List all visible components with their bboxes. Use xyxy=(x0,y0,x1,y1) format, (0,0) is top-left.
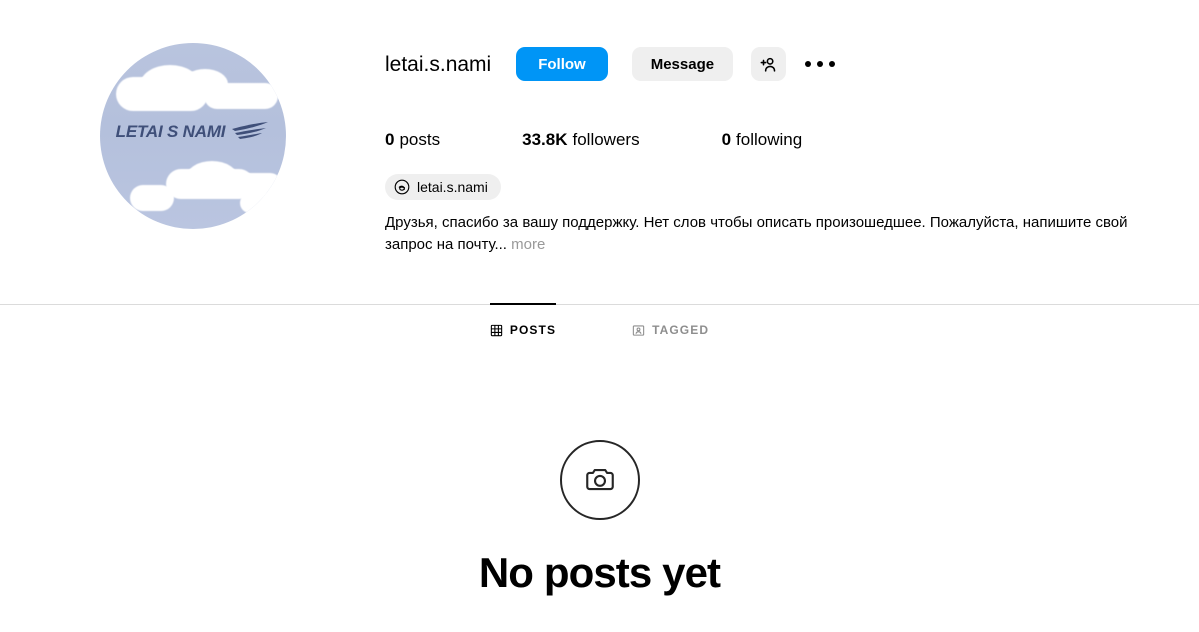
avatar-column: LETAI S NAMI xyxy=(0,43,385,229)
cloud-shape xyxy=(239,193,276,213)
more-options-button[interactable] xyxy=(800,47,840,81)
tagged-person-icon xyxy=(632,324,645,336)
avatar-brand-lockup: LETAI S NAMI xyxy=(100,121,286,143)
page-title: letai.s.nami xyxy=(385,52,492,76)
avatar-brand-text: LETAI S NAMI xyxy=(115,122,226,141)
follow-button[interactable]: Follow xyxy=(516,47,608,81)
add-person-icon xyxy=(760,57,776,72)
tab-posts-label: POSTS xyxy=(509,323,557,337)
instagram-profile-page: LETAI S NAMI letai.s.nami Follow Message xyxy=(0,0,1199,632)
stat-following-label: following xyxy=(736,130,803,149)
profile-header: LETAI S NAMI letai.s.nami Follow Message xyxy=(0,0,1199,256)
message-button[interactable]: Message xyxy=(631,47,734,81)
tab-posts[interactable]: POSTS xyxy=(489,303,557,351)
profile-tabs-bar: POSTS TAGGED xyxy=(0,303,1199,351)
threads-handle: letai.s.nami xyxy=(417,179,488,195)
ellipsis-icon xyxy=(805,61,836,67)
username-action-row: letai.s.nami Follow Message xyxy=(385,43,1169,85)
cloud-shape xyxy=(203,83,278,109)
stat-followers-value: 33.8K xyxy=(522,130,568,149)
stat-following-value: 0 xyxy=(721,130,732,149)
empty-state-icon-circle xyxy=(559,440,640,520)
empty-state: No posts yet xyxy=(0,440,1199,596)
stat-following[interactable]: 0 following xyxy=(722,129,803,151)
add-person-button[interactable] xyxy=(751,47,787,81)
empty-state-title: No posts yet xyxy=(478,549,721,596)
profile-info-column: letai.s.nami Follow Message 0 posts 33.8… xyxy=(385,43,1199,256)
stat-followers-label: followers xyxy=(572,130,640,149)
bio-more-link[interactable]: more xyxy=(511,236,545,253)
wing-logo-icon xyxy=(232,122,269,139)
bio-text: Друзья, спасибо за вашу поддержку. Нет с… xyxy=(385,214,1128,253)
cloud-shape xyxy=(129,185,174,211)
stats-row: 0 posts 33.8K followers 0 following xyxy=(385,129,1169,151)
stat-posts-value: 0 xyxy=(385,130,395,149)
tab-tagged[interactable]: TAGGED xyxy=(632,304,709,351)
tab-tagged-label: TAGGED xyxy=(652,323,710,337)
stat-followers[interactable]: 33.8K followers xyxy=(522,129,639,151)
threads-badge[interactable]: letai.s.nami xyxy=(385,174,501,200)
grid-icon xyxy=(490,324,503,336)
threads-icon xyxy=(394,179,410,195)
stat-posts[interactable]: 0 posts xyxy=(385,129,440,151)
avatar[interactable]: LETAI S NAMI xyxy=(99,43,286,229)
stat-posts-label: posts xyxy=(399,130,441,149)
profile-bio: Друзья, спасибо за вашу поддержку. Нет с… xyxy=(385,212,1130,256)
profile-tabs: POSTS TAGGED xyxy=(0,303,1199,351)
camera-icon xyxy=(585,469,614,491)
